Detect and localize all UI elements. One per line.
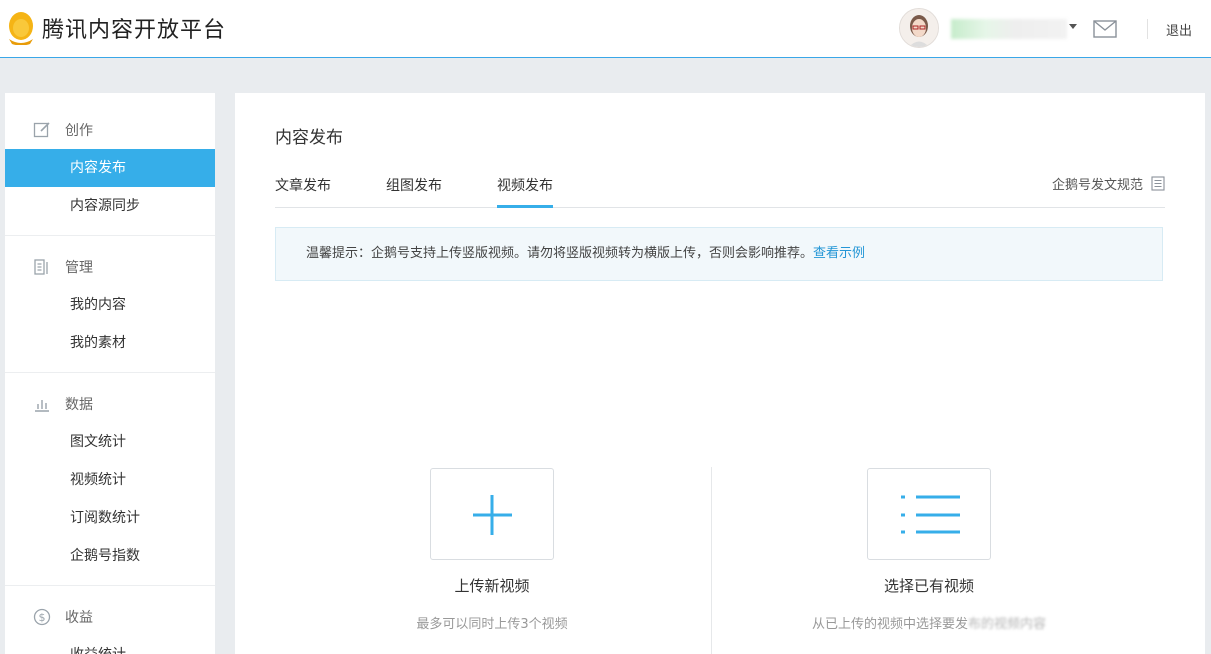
sidebar: 创作 内容发布 内容源同步 管理 我的内容 我的素材 数据 图文统计 视频统计 … bbox=[5, 93, 215, 654]
sidebar-group-header: 创作 bbox=[5, 111, 215, 149]
publishing-guidelines-link[interactable]: 企鹅号发文规范 bbox=[1052, 174, 1165, 193]
publishing-guidelines-label: 企鹅号发文规范 bbox=[1051, 178, 1143, 193]
logo-text: 腾讯内容开放平台 bbox=[42, 18, 227, 43]
avatar[interactable] bbox=[899, 8, 939, 48]
view-example-link[interactable]: 查看示例 bbox=[813, 246, 865, 261]
mail-icon[interactable] bbox=[1093, 20, 1117, 38]
select-existing-video-button[interactable] bbox=[867, 468, 991, 560]
sidebar-item-video-stats[interactable]: 视频统计 bbox=[5, 461, 215, 499]
sidebar-group-title: 数据 bbox=[65, 397, 93, 413]
upload-new-video-button[interactable] bbox=[430, 468, 554, 560]
penguin-logo-icon bbox=[9, 12, 33, 45]
select-existing-video-title: 选择已有视频 bbox=[883, 577, 974, 595]
sidebar-group-title: 创作 bbox=[65, 123, 93, 139]
upload-new-video-title: 上传新视频 bbox=[454, 577, 530, 595]
tab-video-publish[interactable]: 视频发布 bbox=[497, 175, 553, 208]
sidebar-group-data: 数据 图文统计 视频统计 订阅数统计 企鹅号指数 bbox=[5, 373, 215, 586]
publish-tabs: 文章发布 组图发布 视频发布 企鹅号发文规范 bbox=[275, 170, 1165, 208]
edit-icon bbox=[33, 122, 50, 138]
select-existing-video-desc: 从已上传的视频中选择要发布的视频内容 bbox=[779, 613, 1079, 632]
dollar-icon: $ bbox=[33, 608, 51, 626]
logo[interactable]: 腾讯内容开放平台 bbox=[6, 10, 226, 46]
tab-article-publish[interactable]: 文章发布 bbox=[275, 175, 331, 205]
tip-notice-text: 温馨提示：企鹅号支持上传竖版视频。请勿将竖版视频转为横版上传，否则会影响推荐。 bbox=[306, 246, 814, 261]
logout-link[interactable]: 退出 bbox=[1166, 20, 1192, 39]
select-existing-video-desc-blurred: 布的视频内容 bbox=[968, 617, 1047, 632]
sidebar-group-header: $ 收益 bbox=[5, 598, 215, 636]
sidebar-group-header: 管理 bbox=[5, 248, 215, 286]
sidebar-group-title: 管理 bbox=[65, 260, 93, 276]
sidebar-item-subscription-stats[interactable]: 订阅数统计 bbox=[5, 499, 215, 537]
sidebar-item-my-content[interactable]: 我的内容 bbox=[5, 286, 215, 324]
sidebar-item-content-publish[interactable]: 内容发布 bbox=[5, 149, 215, 187]
header-divider bbox=[1147, 19, 1148, 39]
avatar-portrait-icon bbox=[900, 9, 938, 47]
sidebar-item-article-stats[interactable]: 图文统计 bbox=[5, 423, 215, 461]
tip-notice: 温馨提示：企鹅号支持上传竖版视频。请勿将竖版视频转为横版上传，否则会影响推荐。查… bbox=[275, 227, 1163, 281]
sidebar-item-income-stats[interactable]: 收益统计 bbox=[5, 636, 215, 654]
list-icon bbox=[901, 495, 960, 534]
sidebar-item-source-sync[interactable]: 内容源同步 bbox=[5, 187, 215, 225]
sidebar-group-title: 收益 bbox=[65, 610, 93, 626]
page-title: 内容发布 bbox=[275, 128, 343, 148]
bar-chart-icon bbox=[35, 400, 49, 412]
manage-icon bbox=[34, 259, 48, 275]
select-existing-video-desc-visible: 从已上传的视频中选择要发 bbox=[811, 617, 968, 632]
column-divider bbox=[711, 467, 712, 654]
document-icon bbox=[1151, 176, 1165, 191]
tab-gallery-publish[interactable]: 组图发布 bbox=[386, 175, 442, 205]
sidebar-item-my-material[interactable]: 我的素材 bbox=[5, 324, 215, 362]
caret-down-icon[interactable] bbox=[1069, 24, 1077, 29]
sidebar-item-penguin-index[interactable]: 企鹅号指数 bbox=[5, 537, 215, 575]
username-blurred[interactable] bbox=[951, 19, 1067, 39]
top-header: 腾讯内容开放平台 退出 bbox=[0, 0, 1211, 58]
main-panel: 内容发布 文章发布 组图发布 视频发布 企鹅号发文规范 温馨提示：企鹅号支持上传… bbox=[235, 93, 1205, 654]
sidebar-group-income: $ 收益 收益统计 bbox=[5, 586, 215, 654]
sidebar-group-header: 数据 bbox=[5, 385, 215, 423]
svg-text:$: $ bbox=[39, 611, 46, 624]
sidebar-group-create: 创作 内容发布 内容源同步 bbox=[5, 93, 215, 236]
sidebar-group-manage: 管理 我的内容 我的素材 bbox=[5, 236, 215, 373]
plus-icon bbox=[473, 495, 512, 535]
upload-new-video-desc: 最多可以同时上传3个视频 bbox=[416, 617, 568, 632]
